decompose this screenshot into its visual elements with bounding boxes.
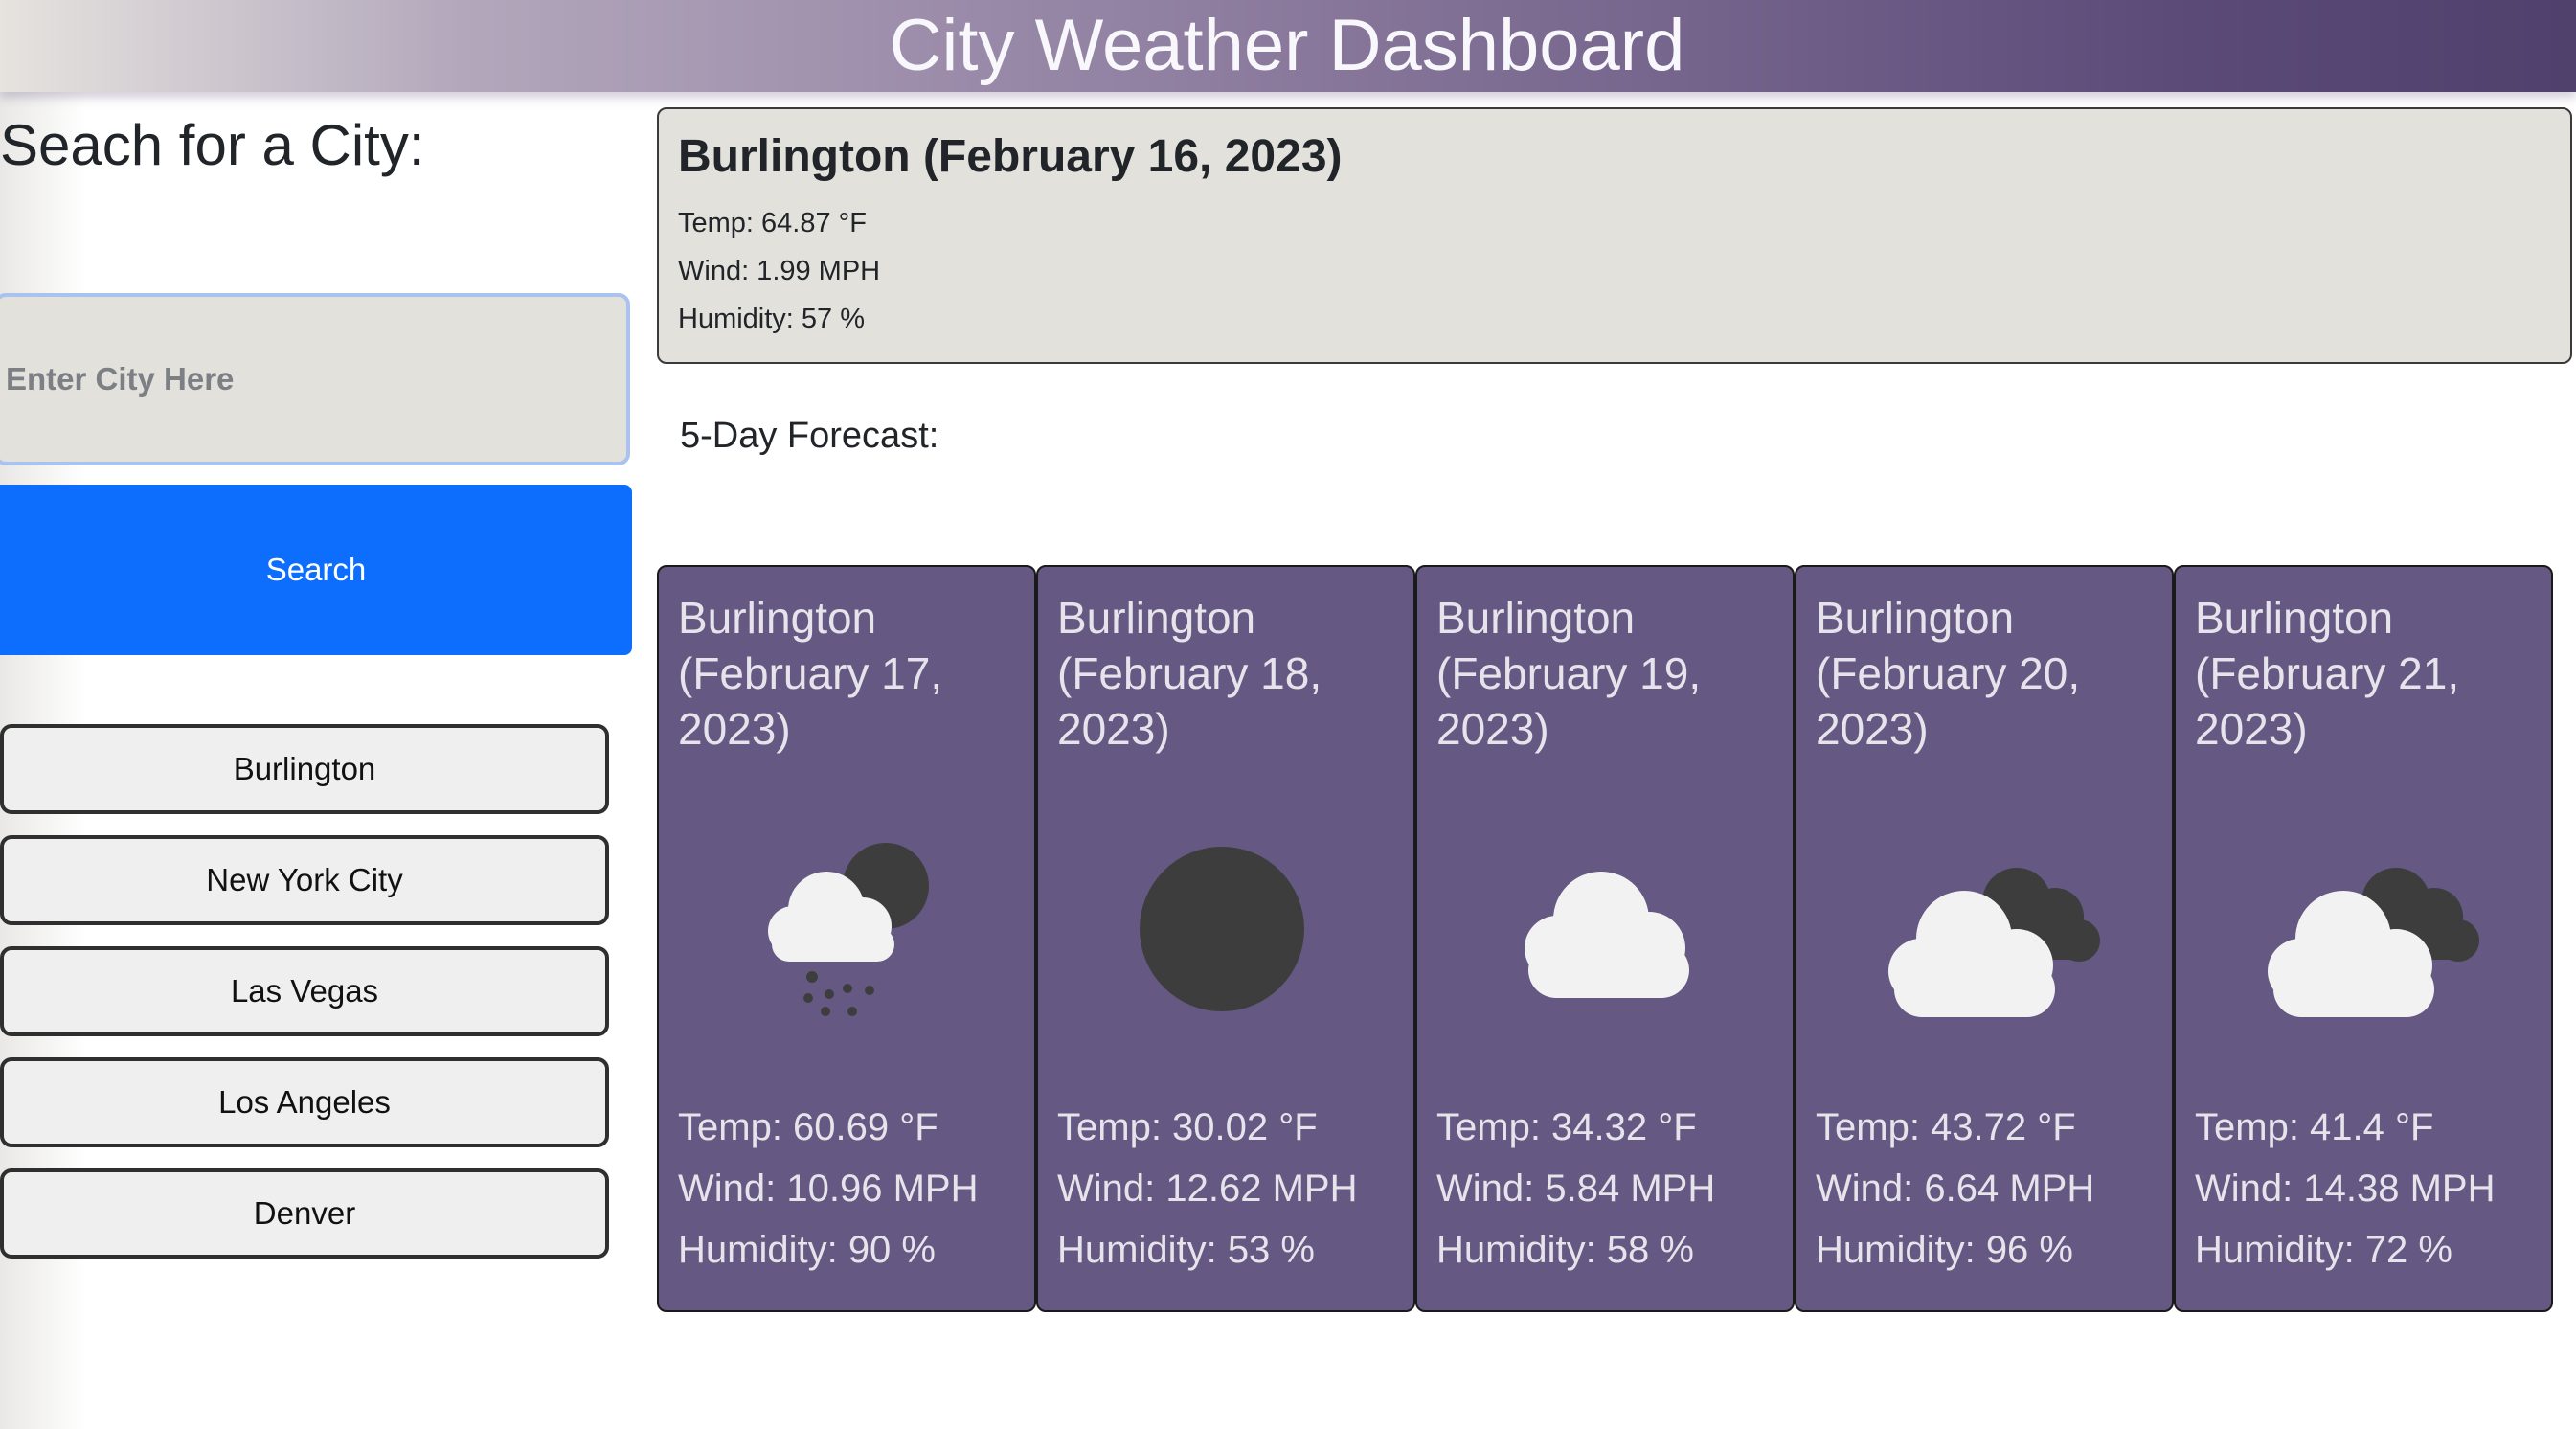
search-heading: Seach for a City: [0,113,425,177]
forecast-cards: Burlington (February 17, 2023) Temp: 60.… [657,565,2553,1312]
broken-clouds-icon [2268,868,2479,1017]
current-humidity: Humidity: 57 % [678,304,866,334]
current-wind: Wind: 1.99 MPH [678,256,881,286]
forecast-date: Burlington (February 21, 2023) [2195,593,2460,754]
history-button-new-york-city[interactable]: New York City [0,835,609,925]
forecast-date: Burlington (February 18, 2023) [1057,593,1322,754]
forecast-temp: Temp: 43.72 °F [1816,1106,2076,1148]
forecast-humidity: Humidity: 72 % [2195,1229,2452,1271]
forecast-humidity: Humidity: 53 % [1057,1229,1315,1271]
forecast-date: Burlington (February 20, 2023) [1816,593,2081,754]
forecast-card: Burlington (February 18, 2023) Temp: 30.… [1036,565,1415,1312]
forecast-heading: 5-Day Forecast: [680,416,939,456]
page-header: City Weather Dashboard [0,0,2576,92]
forecast-date: Burlington (February 19, 2023) [1436,593,1702,754]
forecast-temp: Temp: 41.4 °F [2195,1106,2434,1148]
search-history-list: Burlington New York City Las Vegas Los A… [0,724,609,1280]
forecast-wind: Wind: 5.84 MPH [1436,1168,1716,1210]
clear-night-icon [1140,847,1304,1011]
forecast-temp: Temp: 34.32 °F [1436,1106,1697,1148]
current-weather-card: Burlington (February 16, 2023) Temp: 64.… [657,107,2572,364]
forecast-wind: Wind: 6.64 MPH [1816,1168,2095,1210]
forecast-humidity: Humidity: 90 % [678,1229,936,1271]
history-button-burlington[interactable]: Burlington [0,724,609,814]
forecast-wind: Wind: 14.38 MPH [2195,1168,2496,1210]
page-title: City Weather Dashboard [889,5,1685,86]
forecast-card: Burlington (February 20, 2023) Temp: 43.… [1795,565,2174,1312]
forecast-wind: Wind: 12.62 MPH [1057,1168,1358,1210]
forecast-date: Burlington (February 17, 2023) [678,593,943,754]
forecast-humidity: Humidity: 58 % [1436,1229,1694,1271]
search-button[interactable]: Search [0,485,632,655]
city-search-input[interactable] [0,293,630,465]
broken-clouds-icon [1888,868,2100,1017]
rain-cloud-moon-icon [768,843,929,1016]
forecast-card: Burlington (February 21, 2023) Temp: 41.… [2174,565,2553,1312]
current-weather-title: Burlington (February 16, 2023) [678,131,1343,182]
current-temp: Temp: 64.87 °F [678,208,867,238]
forecast-card: Burlington (February 17, 2023) Temp: 60.… [657,565,1036,1312]
cloud-icon [1525,872,1689,998]
forecast-card: Burlington (February 19, 2023) Temp: 34.… [1415,565,1795,1312]
forecast-humidity: Humidity: 96 % [1816,1229,2073,1271]
history-button-las-vegas[interactable]: Las Vegas [0,946,609,1036]
forecast-temp: Temp: 60.69 °F [678,1106,938,1148]
forecast-wind: Wind: 10.96 MPH [678,1168,979,1210]
history-button-los-angeles[interactable]: Los Angeles [0,1057,609,1147]
forecast-temp: Temp: 30.02 °F [1057,1106,1318,1148]
history-button-denver[interactable]: Denver [0,1168,609,1259]
